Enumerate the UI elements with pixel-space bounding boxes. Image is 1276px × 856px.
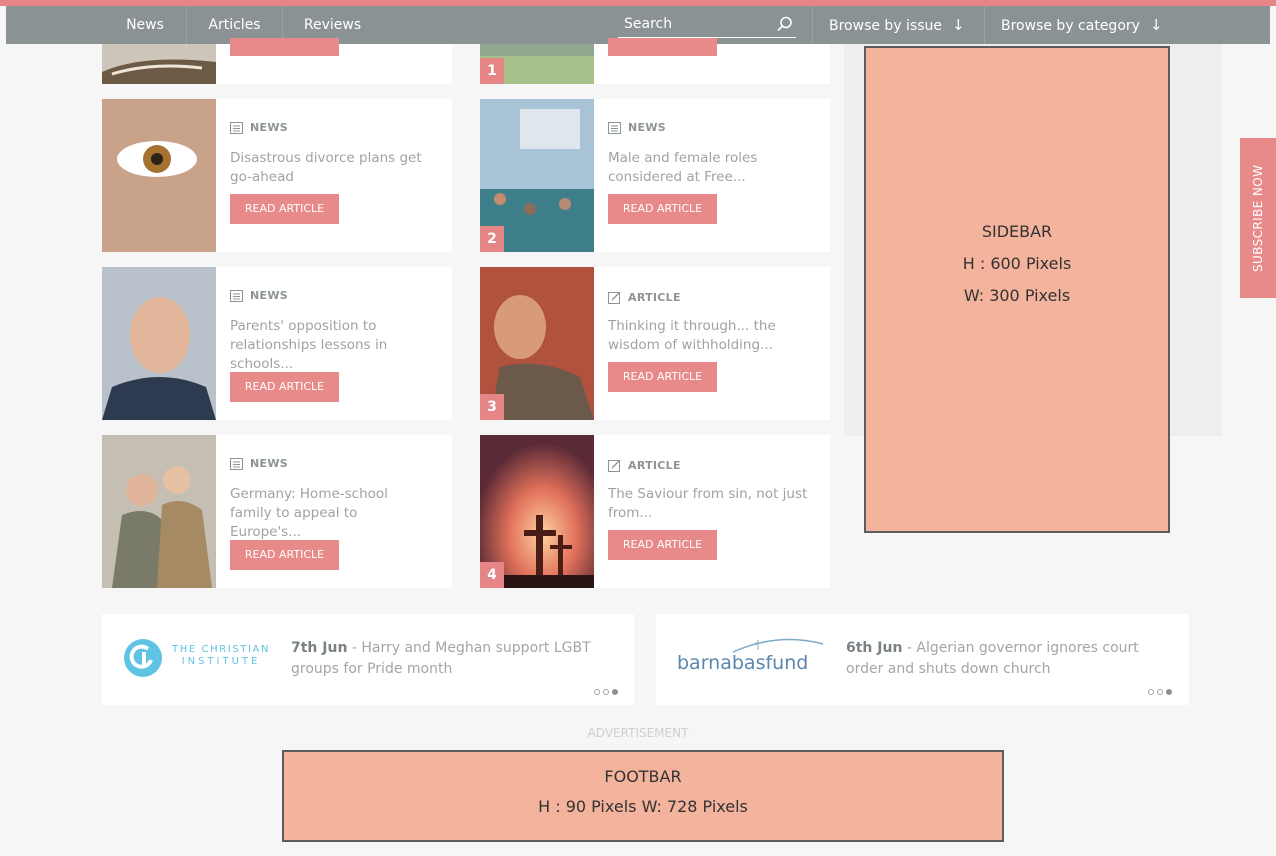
article-title[interactable]: Disastrous divorce plans get go-ahead xyxy=(230,149,430,187)
tag-label: NEWS xyxy=(250,121,288,134)
read-article-button[interactable]: READ ARTICLE xyxy=(230,194,339,224)
edit-icon xyxy=(608,459,621,472)
news-icon xyxy=(230,121,243,134)
article-card-partial: 1 xyxy=(480,38,830,84)
category-tag: NEWS xyxy=(608,121,666,134)
category-tag: NEWS xyxy=(230,457,288,470)
category-tag: ARTICLE xyxy=(608,291,681,304)
arrow-down-icon: ↓ xyxy=(952,16,965,34)
browse-by-category[interactable]: Browse by category ↓ xyxy=(984,6,1190,44)
carousel-dots xyxy=(1148,689,1172,695)
search-input[interactable] xyxy=(618,12,768,36)
arrow-down-icon: ↓ xyxy=(1149,16,1163,34)
carousel-dot[interactable] xyxy=(1148,689,1154,695)
footbar-label: FOOTBAR xyxy=(604,767,682,786)
tag-label: NEWS xyxy=(628,121,666,134)
partner-headline[interactable]: 7th Jun - Harry and Meghan support LGBT … xyxy=(291,638,611,680)
category-tag: ARTICLE xyxy=(608,459,681,472)
rank-badge: 4 xyxy=(480,562,504,588)
article-title[interactable]: The Saviour from sin, not just from... xyxy=(608,485,808,523)
carousel-dots xyxy=(594,689,618,695)
category-tag: NEWS xyxy=(230,121,288,134)
footbar-placeholder: FOOTBAR H : 90 Pixels W: 728 Pixels xyxy=(282,750,1004,842)
sidebar-width: W: 300 Pixels xyxy=(963,286,1071,305)
search-box xyxy=(618,12,796,38)
rank-badge: 1 xyxy=(480,58,504,84)
article-card: NEWS Parents' opposition to relationship… xyxy=(102,267,452,420)
sidebar-height: H : 600 Pixels xyxy=(962,254,1072,273)
news-icon xyxy=(608,121,621,134)
article-card: 3 ARTICLE Thinking it through... the wis… xyxy=(480,267,830,420)
browse-by-issue[interactable]: Browse by issue ↓ xyxy=(812,6,984,44)
read-article-button[interactable]: READ ARTICLE xyxy=(608,362,717,392)
read-article-button[interactable] xyxy=(608,38,717,56)
read-article-button[interactable]: READ ARTICLE xyxy=(608,530,717,560)
read-article-button[interactable] xyxy=(230,38,339,56)
carousel-dot[interactable] xyxy=(612,689,618,695)
article-title[interactable]: Thinking it through... the wisdom of wit… xyxy=(608,317,808,355)
logo-line-2: INSTITUTE xyxy=(181,656,261,667)
read-article-button[interactable]: READ ARTICLE xyxy=(230,540,339,570)
partner-news-box[interactable]: THE CHRISTIAN INSTITUTE 7th Jun - Harry … xyxy=(102,614,634,705)
carousel-dot[interactable] xyxy=(1157,689,1163,695)
partner-news-box[interactable]: barnabasfund 6th Jun - Algerian governor… xyxy=(656,614,1189,705)
news-icon xyxy=(230,289,243,302)
article-card: 2 NEWS Male and female roles considered … xyxy=(480,99,830,252)
article-title[interactable]: Male and female roles considered at Free… xyxy=(608,149,808,187)
news-icon xyxy=(230,457,243,470)
read-article-button[interactable]: READ ARTICLE xyxy=(608,194,717,224)
rank-badge: 3 xyxy=(480,394,504,420)
tag-label: ARTICLE xyxy=(628,291,681,304)
tag-label: NEWS xyxy=(250,289,288,302)
search-icon[interactable] xyxy=(776,15,794,33)
carousel-dot[interactable] xyxy=(594,689,600,695)
carousel-dot[interactable] xyxy=(603,689,609,695)
portrait-thumbnail[interactable] xyxy=(102,267,216,420)
advertisement-label: ADVERTISEMENT xyxy=(587,726,689,740)
barnabas-fund-logo[interactable]: barnabasfund xyxy=(677,652,808,674)
read-article-button[interactable]: READ ARTICLE xyxy=(230,372,339,402)
tag-label: NEWS xyxy=(250,457,288,470)
sidebar-label: SIDEBAR xyxy=(981,222,1053,241)
browse-category-label: Browse by category xyxy=(1001,18,1140,34)
christian-institute-name: THE CHRISTIAN INSTITUTE xyxy=(172,644,270,668)
logo-line-1: THE CHRISTIAN xyxy=(172,644,271,655)
book-thumbnail[interactable] xyxy=(102,44,216,84)
rank-badge: 2 xyxy=(480,226,504,252)
article-title[interactable]: Germany: Home-school family to appeal to… xyxy=(230,485,430,542)
subscribe-now-tab[interactable]: SUBSCRIBE NOW xyxy=(1240,138,1276,298)
family-thumbnail[interactable] xyxy=(102,435,216,588)
article-card: NEWS Disastrous divorce plans get go-ahe… xyxy=(102,99,452,252)
category-tag: NEWS xyxy=(230,289,288,302)
partner-headline[interactable]: 6th Jun - Algerian governor ignores cour… xyxy=(846,638,1166,680)
sidebar-placeholder: SIDEBAR H : 600 Pixels W: 300 Pixels xyxy=(864,46,1170,533)
article-card: NEWS Germany: Home-school family to appe… xyxy=(102,435,452,588)
carousel-dot[interactable] xyxy=(1166,689,1172,695)
article-title[interactable]: Parents' opposition to relationships les… xyxy=(230,317,430,374)
article-card: 4 ARTICLE The Saviour from sin, not just… xyxy=(480,435,830,588)
tag-label: ARTICLE xyxy=(628,459,681,472)
browse-issue-label: Browse by issue xyxy=(829,18,943,34)
partner-date: 7th Jun xyxy=(291,640,348,656)
nav-news[interactable]: News xyxy=(106,6,184,44)
partner-date: 6th Jun xyxy=(846,640,903,656)
christian-institute-logo-icon[interactable] xyxy=(123,638,163,678)
eye-thumbnail[interactable] xyxy=(102,99,216,252)
article-card-partial xyxy=(102,38,452,84)
barnabas-swoosh-icon xyxy=(732,638,824,653)
edit-icon xyxy=(608,291,621,304)
footbar-size: H : 90 Pixels W: 728 Pixels xyxy=(538,797,748,816)
